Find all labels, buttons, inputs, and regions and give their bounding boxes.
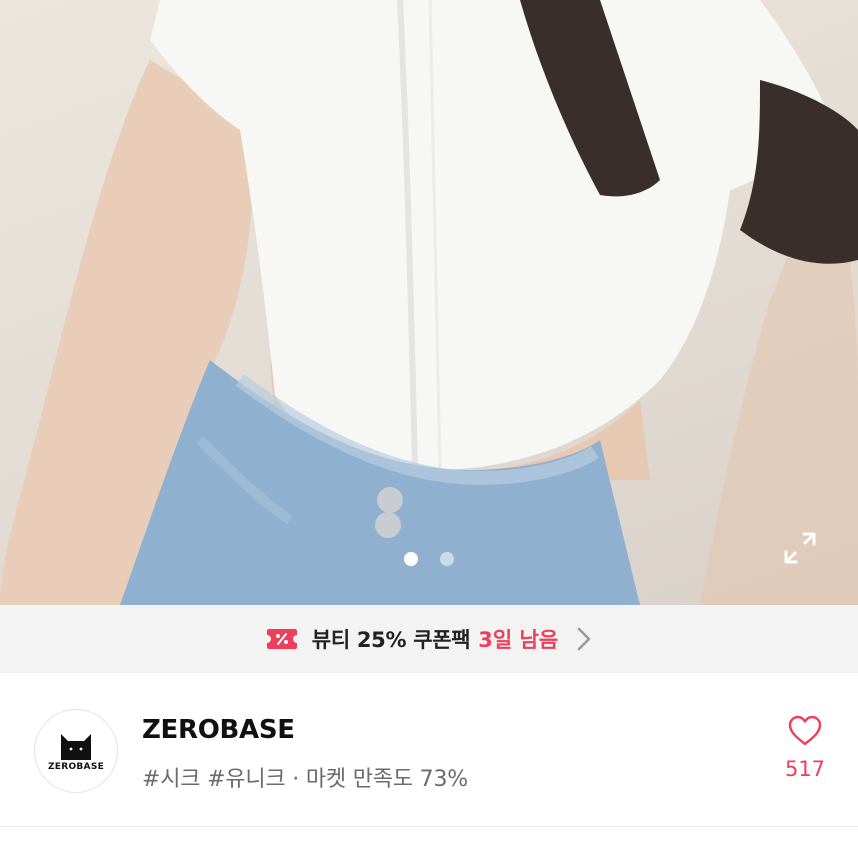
coupon-banner[interactable]: 뷰티 25% 쿠폰팩 3일 남음: [0, 605, 858, 673]
coupon-percent-icon: [266, 627, 298, 651]
cat-logo-icon: [61, 734, 91, 760]
coupon-title: 뷰티 25% 쿠폰팩: [311, 628, 471, 652]
meta-separator: ·: [292, 767, 300, 792]
carousel-dot[interactable]: [440, 552, 454, 566]
like-button[interactable]: 517: [778, 715, 832, 781]
product-image[interactable]: [0, 0, 858, 605]
seller-info: ZEROBASE ZEROBASE #시크 #유니크 · 마켓 만족도 73% …: [0, 673, 858, 825]
heart-icon: [788, 715, 822, 746]
like-count: 517: [784, 757, 826, 781]
seller-name[interactable]: ZEROBASE: [142, 715, 295, 745]
divider: [0, 826, 858, 827]
carousel-dot-active[interactable]: [404, 552, 418, 566]
market-satisfaction: 마켓 만족도 73%: [305, 767, 468, 792]
chevron-right-icon: [576, 626, 592, 652]
coupon-days-left: 3일 남음: [478, 628, 559, 652]
expand-icon[interactable]: [780, 528, 820, 568]
product-photo-illustration: [0, 0, 858, 605]
seller-logo[interactable]: ZEROBASE: [34, 709, 118, 793]
logo-text: ZEROBASE: [47, 762, 105, 772]
carousel-indicator: [0, 552, 858, 566]
seller-tags: #시크 #유니크: [142, 767, 286, 792]
seller-meta: #시크 #유니크 · 마켓 만족도 73%: [142, 761, 468, 793]
